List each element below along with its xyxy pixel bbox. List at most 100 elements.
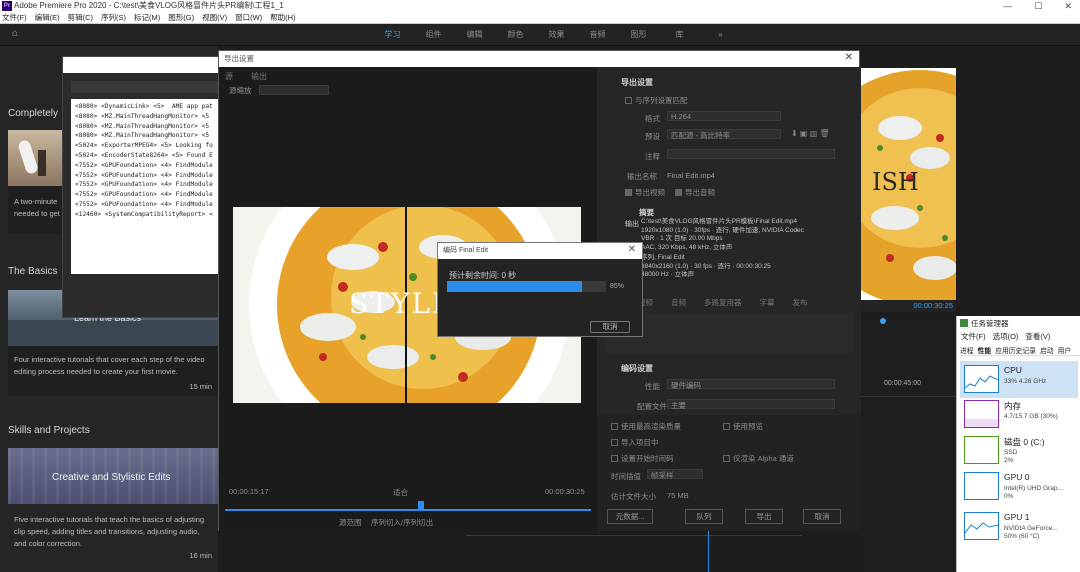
gpu0-name: GPU 0 xyxy=(1004,472,1030,482)
output-name-link[interactable]: Final Edit.mp4 xyxy=(667,171,715,180)
metadata-button[interactable]: 元数据... xyxy=(607,509,653,524)
progress-bar xyxy=(447,281,606,292)
workspace-tab-libraries[interactable]: 库 xyxy=(659,24,700,46)
perf-item-disk[interactable]: 磁盘 0 (C:) SSD 2% xyxy=(960,432,1078,469)
tab-audio[interactable]: 音频 xyxy=(671,298,686,307)
playhead-marker[interactable] xyxy=(880,318,886,324)
file-size-value: 75 MB xyxy=(667,491,689,500)
profile-value: 主要 xyxy=(671,401,686,410)
task-manager-menu: 文件(F) 选项(O) 查看(V) xyxy=(961,331,1057,342)
perf-item-cpu[interactable]: CPU 33% 4.26 GHz xyxy=(960,361,1078,398)
source-range-playhead[interactable] xyxy=(418,501,424,510)
source-range-dropdown[interactable]: 序列切入/序列切出 xyxy=(371,517,433,528)
learn-card-skills[interactable]: Creative and Stylistic Edits xyxy=(8,448,218,504)
menu-graphics[interactable]: 图形(G) xyxy=(168,13,194,22)
timeline-ruler-time: 00:00:45:00 xyxy=(884,380,921,387)
tm-menu-file[interactable]: 文件(F) xyxy=(961,332,986,341)
close-icon[interactable]: ✕ xyxy=(845,52,853,63)
max-quality-label: 使用最高渲染质量 xyxy=(621,422,681,431)
maximize-icon[interactable]: ☐ xyxy=(1034,1,1042,11)
workspace-overflow-button[interactable]: » xyxy=(700,24,741,46)
export-video-checkbox[interactable]: 导出视频 xyxy=(625,187,665,198)
alpha-only-checkbox[interactable]: 仅渲染 Alpha 通道 xyxy=(723,453,794,464)
workspace-tab-effects[interactable]: 效果 xyxy=(536,24,577,46)
comment-field[interactable] xyxy=(667,149,835,159)
tm-tab-app-history[interactable]: 应用历史记录 xyxy=(995,348,1036,355)
queue-button[interactable]: 队列 xyxy=(685,509,723,524)
use-preview-label: 使用预览 xyxy=(733,422,763,431)
menu-marker[interactable]: 标记(M) xyxy=(134,13,160,22)
tm-menu-options[interactable]: 选项(O) xyxy=(993,332,1019,341)
preset-value: 匹配源 - 高比特率 xyxy=(671,131,731,140)
tm-tab-startup[interactable]: 启动 xyxy=(1040,348,1054,355)
home-icon[interactable]: ⌂ xyxy=(12,29,22,39)
preset-tools-icons[interactable]: ⬇ ▣ ▥ 🗑 xyxy=(791,129,830,138)
tab-source[interactable]: 源 xyxy=(225,72,233,81)
tab-output[interactable]: 输出 xyxy=(251,72,267,81)
import-project-checkbox[interactable]: 导入项目中 xyxy=(611,437,659,448)
tab-captions[interactable]: 字幕 xyxy=(760,298,775,307)
menu-file[interactable]: 文件(F) xyxy=(2,13,27,22)
basics-desc: Four interactive tutorials that cover ea… xyxy=(14,355,205,376)
app-title-bar: Pr Adobe Premiere Pro 2020 - C:\test\美食V… xyxy=(0,0,1080,12)
workspace-tabs: 学习 组件 编辑 颜色 效果 音频 图形 库 » xyxy=(372,24,741,46)
menu-sequence[interactable]: 序列(S) xyxy=(101,13,126,22)
workspace-tab-color[interactable]: 颜色 xyxy=(495,24,536,46)
workspace-tab-graphics[interactable]: 图形 xyxy=(618,24,659,46)
tm-tab-performance[interactable]: 性能 xyxy=(978,348,992,355)
learn-heading-basics: The Basics xyxy=(8,266,58,277)
gpu0-graph xyxy=(964,472,999,500)
export-audio-checkbox[interactable]: 导出音频 xyxy=(675,187,715,198)
summary-output: C:\test\美食VLOG风格冒件片头PR模板\Final Edit.mp4 … xyxy=(641,218,804,251)
fit-dropdown[interactable]: 适合 xyxy=(393,487,408,498)
cancel-button[interactable]: 取消 xyxy=(803,509,841,524)
bottom-timeline-strip xyxy=(218,531,860,572)
import-project-label: 导入项目中 xyxy=(621,438,659,447)
close-icon[interactable]: ✕ xyxy=(1064,1,1072,11)
time-interp-dropdown[interactable]: 帧采样 xyxy=(647,469,703,480)
profile-dropdown[interactable]: 主要 xyxy=(667,399,835,410)
program-monitor: ISH xyxy=(860,68,956,312)
performance-dropdown[interactable]: 硬件编码 xyxy=(667,379,835,390)
task-manager-tabs: 进程 性能 应用历史记录 启动 用户 xyxy=(960,345,1080,356)
tm-menu-view[interactable]: 查看(V) xyxy=(1025,332,1050,341)
tab-multiplexer[interactable]: 多路复用器 xyxy=(704,298,742,307)
start-timecode-checkbox[interactable]: 设置开始时间码 xyxy=(611,453,674,464)
timeline-playhead[interactable] xyxy=(708,531,709,572)
profile-label: 配置文件 xyxy=(637,402,667,411)
menu-window[interactable]: 窗口(W) xyxy=(235,13,262,22)
preset-dropdown[interactable]: 匹配源 - 高比特率 xyxy=(667,129,781,140)
source-range-bar[interactable] xyxy=(225,509,591,511)
export-button[interactable]: 导出 xyxy=(745,509,783,524)
workspace-tab-audio[interactable]: 音频 xyxy=(577,24,618,46)
perf-item-gpu1[interactable]: GPU 1 NVIDIA GeForce... 50% (60 °C) xyxy=(960,508,1078,545)
close-icon[interactable]: ✕ xyxy=(628,244,636,255)
perf-item-memory[interactable]: 内存 4.7/15.7 GB (30%) xyxy=(960,396,1078,433)
gpu1-graph xyxy=(964,512,999,540)
performance-label: 性能 xyxy=(645,382,660,391)
premiere-icon: Pr xyxy=(2,1,12,11)
menu-view[interactable]: 视图(V) xyxy=(202,13,227,22)
progress-cancel-button[interactable]: 取消 xyxy=(590,321,630,333)
menu-clip[interactable]: 剪辑(C) xyxy=(68,13,93,22)
workspace-tab-editing[interactable]: 编辑 xyxy=(454,24,495,46)
workspace-tab-assembly[interactable]: 组件 xyxy=(413,24,454,46)
max-quality-checkbox[interactable]: 使用最高渲染质量 xyxy=(611,421,681,432)
export-dialog-title: 导出设置 xyxy=(219,51,859,67)
task-manager-title: 任务管理器 xyxy=(971,319,1009,328)
tm-tab-processes[interactable]: 进程 xyxy=(960,348,974,355)
use-preview-checkbox[interactable]: 使用预览 xyxy=(723,421,763,432)
checkbox-icon xyxy=(625,189,632,196)
menu-help[interactable]: 帮助(H) xyxy=(270,13,295,22)
minimize-icon[interactable]: — xyxy=(1003,1,1012,11)
tm-tab-users[interactable]: 用户 xyxy=(1058,348,1072,355)
source-scale-dropdown[interactable] xyxy=(259,85,329,95)
match-sequence-checkbox[interactable]: 与序列设置匹配 xyxy=(625,95,688,106)
tab-publish[interactable]: 发布 xyxy=(793,298,808,307)
format-dropdown[interactable]: H.264 xyxy=(667,111,781,121)
export-audio-label: 导出音频 xyxy=(685,188,715,197)
menu-edit[interactable]: 编辑(E) xyxy=(35,13,60,22)
workspace-tab-learn[interactable]: 学习 xyxy=(372,24,413,46)
time-interp-value: 帧采样 xyxy=(651,471,674,480)
perf-item-gpu0[interactable]: GPU 0 Intel(R) UHD Grap... 0% xyxy=(960,468,1078,505)
